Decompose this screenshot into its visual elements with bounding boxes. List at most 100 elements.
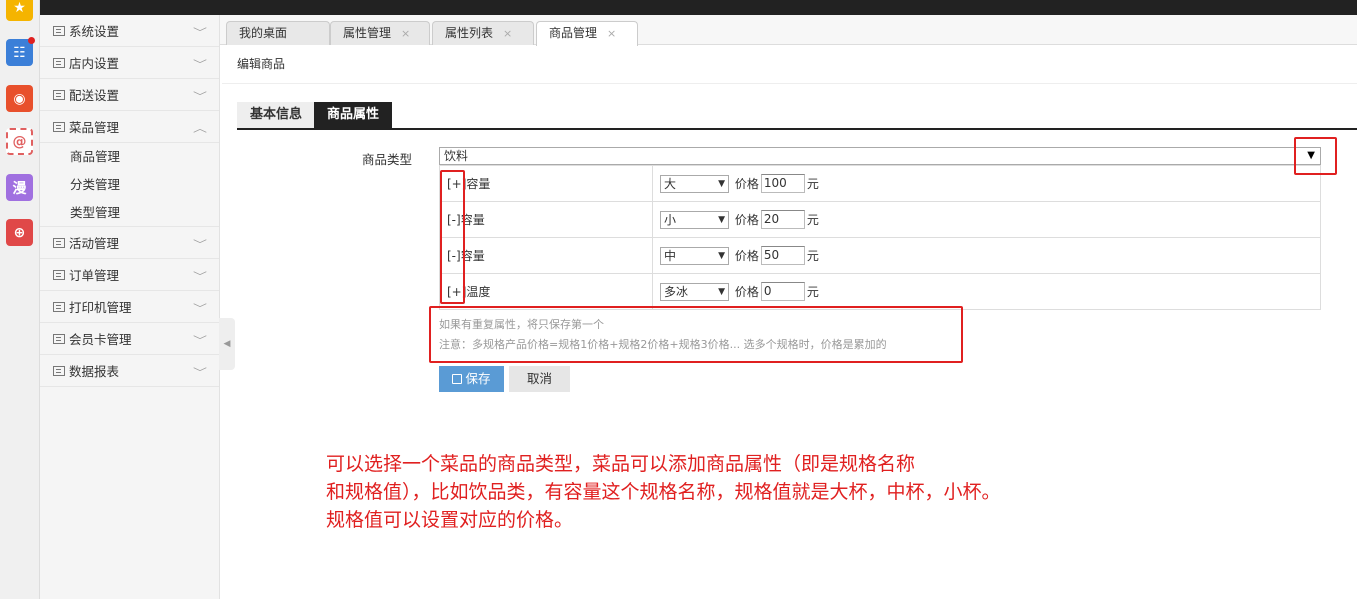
chevron-down-icon: ﹀ bbox=[193, 60, 207, 71]
sidebar-item-data-reports[interactable]: 数据报表 ﹀ bbox=[40, 355, 219, 387]
notification-dot bbox=[28, 37, 35, 44]
save-label: 保存 bbox=[465, 371, 491, 386]
top-bar bbox=[40, 0, 1357, 15]
settings-icon bbox=[53, 25, 65, 36]
attribute-name[interactable]: [-]容量 bbox=[439, 237, 653, 274]
app-rail: ★ ☷ ◉ @ 漫 ⊕ bbox=[0, 0, 40, 599]
sidebar-item-label: 数据报表 bbox=[69, 364, 120, 379]
sidebar-subitem-type-management[interactable]: 类型管理 bbox=[40, 199, 219, 227]
attribute-option-select[interactable]: 多冰 ▼ bbox=[660, 282, 729, 301]
sidebar-item-label: 活动管理 bbox=[69, 236, 120, 251]
attribute-name[interactable]: [-]容量 bbox=[439, 201, 653, 238]
tab-attribute-list[interactable]: 属性列表 × bbox=[432, 21, 534, 45]
weibo-glyph: ◉ bbox=[13, 90, 26, 107]
save-icon bbox=[452, 374, 463, 384]
sidebar-item-order-management[interactable]: 订单管理 ﹀ bbox=[40, 259, 219, 291]
game-app-icon[interactable]: ⊕ bbox=[6, 219, 33, 246]
sidebar-item-dish-management[interactable]: 菜品管理 ︿ bbox=[40, 111, 219, 143]
chevron-down-icon: ﹀ bbox=[193, 240, 207, 251]
tab-product-management[interactable]: 商品管理 × bbox=[536, 21, 638, 46]
cancel-button[interactable]: 取消 bbox=[509, 366, 570, 392]
star-app-icon[interactable]: ★ bbox=[6, 0, 33, 21]
sidebar-item-label: 订单管理 bbox=[69, 268, 120, 283]
sidebar-item-delivery-settings[interactable]: 配送设置 ﹀ bbox=[40, 79, 219, 111]
tab-label: 属性管理 bbox=[343, 26, 392, 40]
attribute-option-select[interactable]: 大 ▼ bbox=[660, 174, 729, 193]
chevron-down-icon: ﹀ bbox=[193, 272, 207, 283]
printer-icon bbox=[53, 301, 65, 312]
sidebar-item-label: 会员卡管理 bbox=[69, 332, 132, 347]
star-glyph: ★ bbox=[13, 0, 26, 16]
chevron-down-icon: ﹀ bbox=[193, 336, 207, 347]
unit-label: 元 bbox=[806, 213, 819, 227]
table-row: [+]容量 大 ▼ 价格 100 元 bbox=[439, 165, 1321, 202]
save-button[interactable]: 保存 bbox=[439, 366, 504, 392]
sidebar-item-label: 打印机管理 bbox=[69, 300, 132, 315]
tab-basic-info[interactable]: 基本信息 bbox=[237, 102, 316, 128]
sidebar-collapse-handle[interactable]: ◀ bbox=[219, 318, 235, 370]
option-value: 中 bbox=[664, 248, 677, 263]
calendar-app-icon[interactable]: ☷ bbox=[6, 37, 35, 66]
user-icon bbox=[53, 333, 65, 344]
annotation-line: 可以选择一个菜品的商品类型，菜品可以添加商品属性（即是规格名称 bbox=[326, 453, 916, 475]
attribute-option-select[interactable]: 中 ▼ bbox=[660, 246, 729, 265]
annotation-line: 和规格值），比如饮品类，有容量这个规格名称，规格值就是大杯，中杯，小杯。 bbox=[326, 481, 1001, 503]
attribute-table: [+]容量 大 ▼ 价格 100 元 [-]容量 小 ▼ 价格 20 元 [-]容量 中 ▼ … bbox=[439, 165, 1321, 310]
sidebar-subitem-category-management[interactable]: 分类管理 bbox=[40, 171, 219, 199]
annotation-line: 规格值可以设置对应的价格。 bbox=[326, 509, 574, 531]
table-row: [+]温度 多冰 ▼ 价格 0 元 bbox=[439, 273, 1321, 310]
tab-attribute-management[interactable]: 属性管理 × bbox=[330, 21, 430, 45]
close-icon[interactable]: × bbox=[503, 27, 512, 40]
mail-glyph: @ bbox=[12, 133, 27, 150]
highlight-box-dropdown bbox=[1294, 137, 1337, 175]
price-input[interactable]: 50 bbox=[760, 246, 805, 265]
game-glyph: ⊕ bbox=[13, 224, 26, 241]
unit-label: 元 bbox=[806, 249, 819, 263]
dropdown-arrow-icon: ▼ bbox=[718, 214, 725, 225]
chevron-down-icon: ﹀ bbox=[193, 304, 207, 315]
highlight-box-hints bbox=[429, 306, 963, 363]
price-label: 价格 bbox=[734, 285, 759, 299]
table-row: [-]容量 中 ▼ 价格 50 元 bbox=[439, 237, 1321, 274]
sidebar-item-member-card-management[interactable]: 会员卡管理 ﹀ bbox=[40, 323, 219, 355]
tab-label: 属性列表 bbox=[445, 26, 494, 40]
sidebar-item-printer-management[interactable]: 打印机管理 ﹀ bbox=[40, 291, 219, 323]
truck-icon bbox=[53, 89, 65, 100]
store-icon bbox=[53, 57, 65, 68]
price-label: 价格 bbox=[734, 213, 759, 227]
attribute-value-cell: 小 ▼ 价格 20 元 bbox=[652, 201, 1321, 238]
dropdown-arrow-icon: ▼ bbox=[718, 178, 725, 189]
price-input[interactable]: 20 bbox=[760, 210, 805, 229]
sidebar-item-label: 菜品管理 bbox=[69, 120, 120, 135]
dropdown-arrow-icon: ▼ bbox=[718, 250, 725, 261]
attribute-name[interactable]: [+]温度 bbox=[439, 273, 653, 310]
sidebar-item-activity-management[interactable]: 活动管理 ﹀ bbox=[40, 227, 219, 259]
product-type-select[interactable]: 饮料 ▼ bbox=[439, 147, 1321, 165]
manga-app-icon[interactable]: 漫 bbox=[6, 174, 33, 201]
tab-my-desktop[interactable]: 我的桌面 bbox=[226, 21, 330, 45]
tab-label: 商品管理 bbox=[549, 26, 598, 40]
table-row: [-]容量 小 ▼ 价格 20 元 bbox=[439, 201, 1321, 238]
chevron-down-icon: ﹀ bbox=[193, 92, 207, 103]
attribute-value-cell: 多冰 ▼ 价格 0 元 bbox=[652, 273, 1321, 310]
annotation-text: 可以选择一个菜品的商品类型，菜品可以添加商品属性（即是规格名称 和规格值），比如… bbox=[326, 450, 1086, 534]
sidebar-item-label: 系统设置 bbox=[69, 24, 120, 39]
close-icon[interactable]: × bbox=[607, 27, 616, 40]
weibo-app-icon[interactable]: ◉ bbox=[6, 85, 33, 112]
sidebar-item-system-settings[interactable]: 系统设置 ﹀ bbox=[40, 15, 219, 47]
mail-app-icon[interactable]: @ bbox=[6, 128, 33, 155]
sidebar-item-label: 店内设置 bbox=[69, 56, 120, 71]
dish-icon bbox=[53, 121, 65, 132]
option-value: 小 bbox=[664, 212, 677, 227]
tab-product-attributes[interactable]: 商品属性 bbox=[314, 102, 393, 128]
close-icon[interactable]: × bbox=[401, 27, 410, 40]
price-input[interactable]: 100 bbox=[760, 174, 805, 193]
attribute-name[interactable]: [+]容量 bbox=[439, 165, 653, 202]
unit-label: 元 bbox=[806, 177, 819, 191]
sidebar-item-store-settings[interactable]: 店内设置 ﹀ bbox=[40, 47, 219, 79]
attribute-option-select[interactable]: 小 ▼ bbox=[660, 210, 729, 229]
price-input[interactable]: 0 bbox=[760, 282, 805, 301]
attribute-value-cell: 中 ▼ 价格 50 元 bbox=[652, 237, 1321, 274]
sidebar-subitem-product-management[interactable]: 商品管理 bbox=[40, 143, 219, 171]
price-label: 价格 bbox=[734, 177, 759, 191]
